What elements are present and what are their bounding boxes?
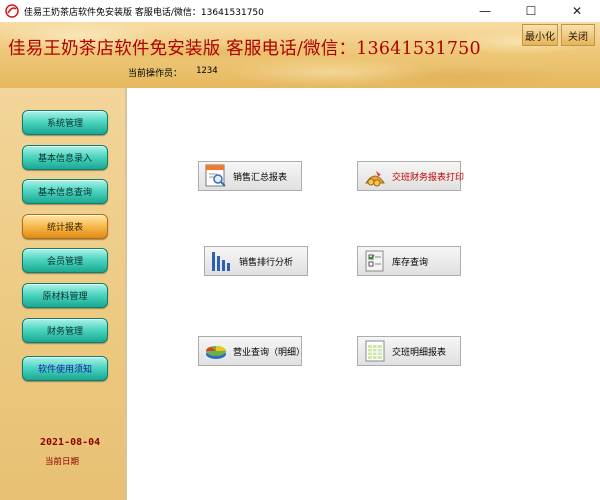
sidebar-item-basic-entry[interactable]: 基本信息录入	[22, 145, 108, 170]
operator-label: 当前操作员：	[128, 69, 183, 79]
report-magnifier-icon	[205, 164, 226, 187]
checklist-icon	[365, 250, 384, 272]
minimize-button[interactable]: 最小化	[522, 24, 558, 46]
window-minimize-button[interactable]: —	[462, 0, 508, 22]
sales-ranking-analysis-button[interactable]: 销售排行分析	[204, 246, 308, 276]
inventory-query-button[interactable]: 库存查询	[357, 246, 461, 276]
shift-detail-report-label: 交班明细报表	[392, 347, 447, 358]
sales-summary-report-button[interactable]: 销售汇总报表	[198, 161, 302, 191]
pie-chart-icon	[206, 346, 226, 359]
operator-value: 1234	[196, 66, 218, 76]
sidebar-item-reports[interactable]: 统计报表	[22, 214, 108, 239]
sidebar-item-materials[interactable]: 原材料管理	[22, 283, 108, 308]
shift-finance-report-print-label: 交班财务报表打印	[392, 172, 465, 183]
window-close-button[interactable]: ✕	[554, 0, 600, 22]
header-banner: 佳易王奶茶店软件免安装版 客服电话/微信：13641531750 当前操作员： …	[0, 22, 600, 88]
bar-chart-icon	[212, 252, 230, 271]
main-panel: 销售汇总报表 交班财务报表打印 销售排行分析 库存查询 营业查询（明细） 交班明…	[125, 88, 600, 500]
window-maximize-button[interactable]: ☐	[508, 0, 554, 22]
business-query-detail-button[interactable]: 营业查询（明细）	[198, 336, 306, 366]
sales-ranking-analysis-label: 销售排行分析	[239, 257, 294, 268]
sidebar-item-basic-query[interactable]: 基本信息查询	[22, 179, 108, 204]
sidebar-item-members[interactable]: 会员管理	[22, 248, 108, 273]
current-date-value: 2021-08-04	[40, 437, 101, 448]
banner-title: 佳易王奶茶店软件免安装版 客服电话/微信：13641531750	[8, 39, 481, 59]
sidebar-item-finance[interactable]: 财务管理	[22, 318, 108, 343]
app-logo-icon	[5, 4, 19, 18]
money-bag-icon	[365, 171, 385, 187]
sales-summary-report-label: 销售汇总报表	[233, 172, 288, 183]
shift-detail-report-button[interactable]: 交班明细报表	[357, 336, 461, 366]
spreadsheet-icon	[365, 340, 385, 362]
window-title: 佳易王奶茶店软件免安装版 客服电话/微信：13641531750	[24, 8, 264, 18]
inventory-query-label: 库存查询	[392, 257, 429, 268]
sidebar-item-system[interactable]: 系统管理	[22, 110, 108, 135]
current-date-label: 当前日期	[45, 457, 80, 467]
close-button[interactable]: 关闭	[561, 24, 595, 46]
sidebar-item-usage-notice[interactable]: 软件使用须知	[22, 356, 108, 381]
window-title-bar: 佳易王奶茶店软件免安装版 客服电话/微信：13641531750 — ☐ ✕	[0, 0, 600, 23]
business-query-detail-label: 营业查询（明细）	[233, 347, 306, 358]
shift-finance-report-print-button[interactable]: 交班财务报表打印	[357, 161, 465, 191]
